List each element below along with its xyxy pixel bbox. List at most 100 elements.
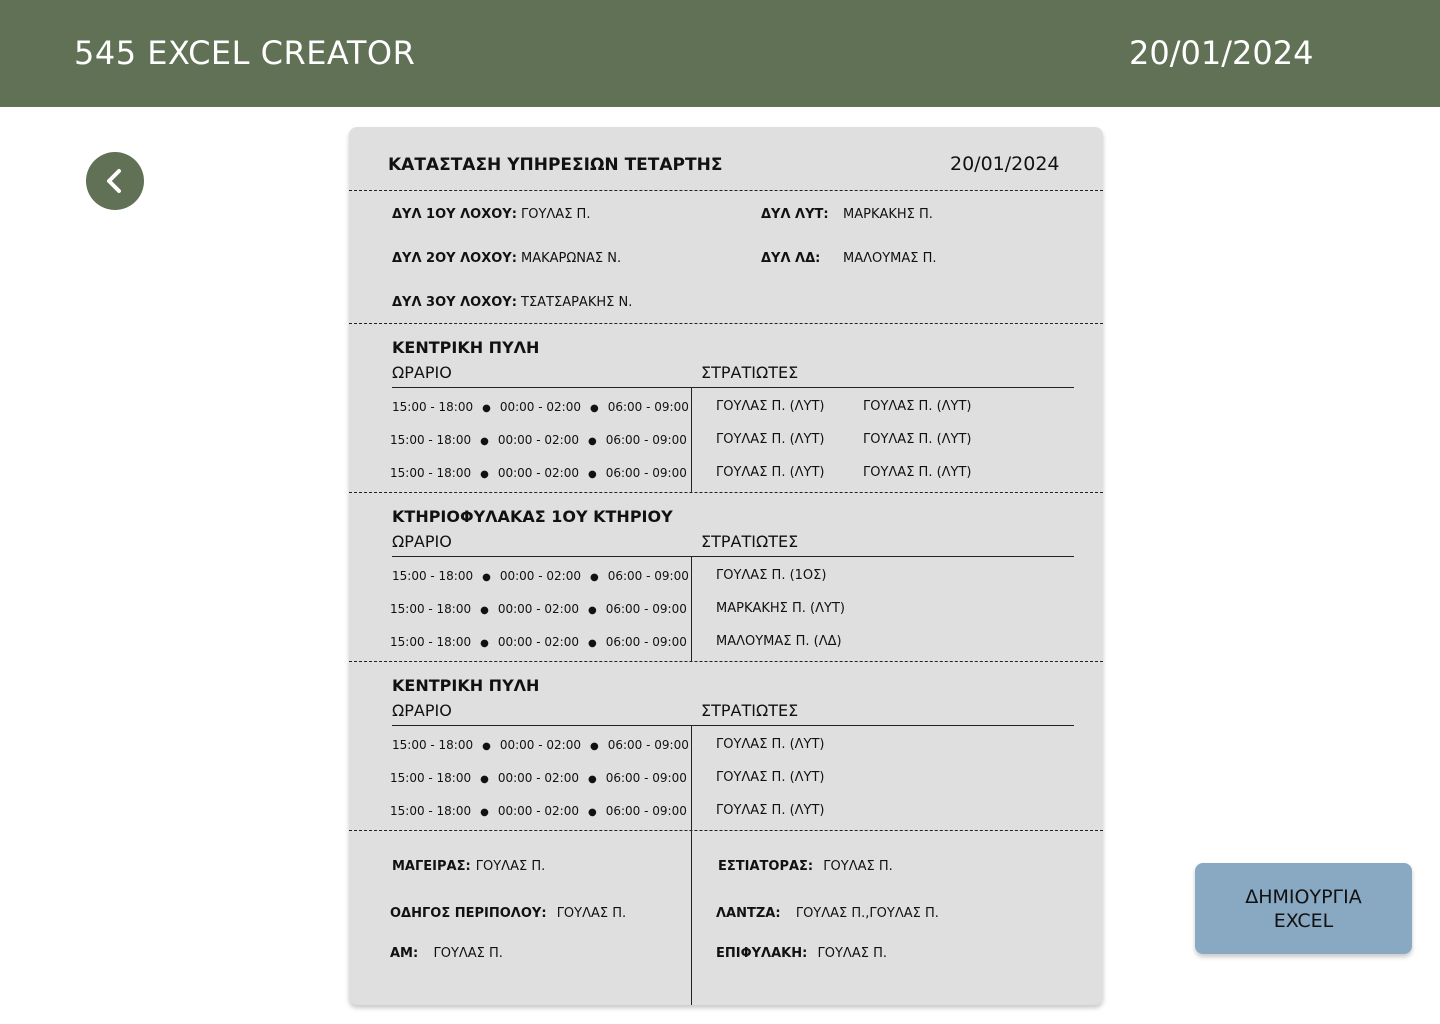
time-slot: 15:00 - 18:00 <box>392 569 474 583</box>
bullet: ● <box>589 741 599 752</box>
soldier-name: ΓΟΥΛΑΣ Π. (ΛΥΤ) <box>863 399 972 414</box>
time-slot: 00:00 - 02:00 <box>497 804 579 818</box>
create-excel-line1: ΔΗΜΙΟΥΡΓΙΑ <box>1245 885 1362 908</box>
section-title: ΚΤΗΡΙΟΦΥΛΑΚΑΣ 1ΟΥ ΚΤΗΡΙΟΥ <box>392 507 673 526</box>
duty-value: ΓΟΥΛΑΣ Π. <box>521 207 591 222</box>
report-date: 20/01/2024 <box>950 153 1060 175</box>
divider <box>349 323 1103 324</box>
app-title: 545 EXCEL CREATOR <box>74 34 416 72</box>
bullet: ● <box>587 774 597 785</box>
bullet: ● <box>482 572 491 583</box>
time-slot: 15:00 - 18:00 <box>390 771 472 785</box>
am-label: ΑΜ: <box>390 946 419 961</box>
create-excel-label: ΔΗΜΙΟΥΡΓΙΑ EXCEL <box>1245 885 1362 933</box>
schedule-header: ΩΡΑΡΙΟ <box>392 363 452 382</box>
time-slot: 00:00 - 02:00 <box>499 569 581 583</box>
soldiers-header: ΣΤΡΑΤΙΩΤΕΣ <box>701 363 799 382</box>
waiter-label: ΕΣΤΙΑΤΟΡΑΣ: <box>718 859 814 874</box>
soldier-name: ΓΟΥΛΑΣ Π. (1ΟΣ) <box>716 568 827 583</box>
duty-label: ΔΥΛ 1ΟΥ ΛΟΧΟΥ: <box>392 207 517 222</box>
duty-label: ΔΥΛ 3ΟΥ ΛΟΧΟΥ: <box>392 295 517 310</box>
time-slot: 06:00 - 09:00 <box>605 804 687 818</box>
schedule-row: 15:00 - 18:00 ● 00:00 - 02:00 ● 06:00 - 09:0… <box>390 804 687 818</box>
duty-label: ΔΥΛ ΛΔ: <box>761 251 821 266</box>
header-date: 20/01/2024 <box>1129 34 1314 72</box>
lantza-value: ΓΟΥΛΑΣ Π.,ΓΟΥΛΑΣ Π. <box>795 906 939 921</box>
column-divider <box>691 387 692 492</box>
standby-guard-value: ΓΟΥΛΑΣ Π. <box>817 946 887 961</box>
soldier-name: ΜΑΡΚΑΚΗΣ Π. (ΛΥΤ) <box>716 601 845 616</box>
section-title: ΚΕΝΤΡΙΚΗ ΠΥΛΗ <box>392 676 540 695</box>
cook-assignment: ΜΑΓΕΙΡΑΣ: ΓΟΥΛΑΣ Π. <box>392 855 545 874</box>
time-slot: 06:00 - 09:00 <box>607 569 689 583</box>
soldier-name: ΓΟΥΛΑΣ Π. (ΛΥΤ) <box>716 737 825 752</box>
divider <box>349 190 1103 191</box>
soldier-name: ΜΑΛΟΥΜΑΣ Π. (ΛΔ) <box>716 634 842 649</box>
time-slot: 00:00 - 02:00 <box>497 466 579 480</box>
app-header: 545 EXCEL CREATOR 20/01/2024 <box>0 0 1440 107</box>
table-rule <box>392 556 1074 557</box>
time-slot: 06:00 - 09:00 <box>605 466 687 480</box>
back-button[interactable] <box>86 152 144 210</box>
duty-value: ΜΑΛΟΥΜΑΣ Π. <box>843 251 937 266</box>
time-slot: 00:00 - 02:00 <box>497 602 579 616</box>
patrol-driver-value: ΓΟΥΛΑΣ Π. <box>556 906 627 921</box>
duty-label: ΔΥΛ 2ΟΥ ΛΟΧΟΥ: <box>392 251 517 266</box>
bullet: ● <box>589 572 599 583</box>
time-slot: 15:00 - 18:00 <box>390 433 472 447</box>
cook-label: ΜΑΓΕΙΡΑΣ: <box>392 859 471 874</box>
time-slot: 06:00 - 09:00 <box>605 602 687 616</box>
bullet: ● <box>480 807 489 818</box>
patrol-driver-assignment: ΟΔΗΓΟΣ ΠΕΡΙΠΟΛΟΥ: ΓΟΥΛΑΣ Π. <box>390 902 626 921</box>
soldiers-header: ΣΤΡΑΤΙΩΤΕΣ <box>701 701 799 720</box>
standby-guard-label: ΕΠΙΦΥΛΑΚΗ: <box>716 946 808 961</box>
lantza-assignment: ΛΑΝΤΖΑ: ΓΟΥΛΑΣ Π.,ΓΟΥΛΑΣ Π. <box>716 902 939 921</box>
soldier-name: ΓΟΥΛΑΣ Π. (ΛΥΤ) <box>716 770 825 785</box>
time-slot: 00:00 - 02:00 <box>499 400 581 414</box>
schedule-row: 15:00 - 18:00 ● 00:00 - 02:00 ● 06:00 - 09:0… <box>392 738 689 752</box>
divider <box>349 830 1103 831</box>
create-excel-button[interactable]: ΔΗΜΙΟΥΡΓΙΑ EXCEL <box>1195 863 1412 954</box>
time-slot: 00:00 - 02:00 <box>497 771 579 785</box>
cook-value: ΓΟΥΛΑΣ Π. <box>475 859 546 874</box>
soldier-name: ΓΟΥΛΑΣ Π. (ΛΥΤ) <box>716 465 825 480</box>
soldiers-header: ΣΤΡΑΤΙΩΤΕΣ <box>701 532 799 551</box>
divider <box>349 492 1103 493</box>
schedule-row: 15:00 - 18:00 ● 00:00 - 02:00 ● 06:00 - 09:0… <box>392 569 689 583</box>
bullet: ● <box>480 469 489 480</box>
table-rule <box>392 387 1074 388</box>
duty-label: ΔΥΛ ΛΥΤ: <box>761 207 829 222</box>
soldier-name: ΓΟΥΛΑΣ Π. (ΛΥΤ) <box>716 399 825 414</box>
time-slot: 06:00 - 09:00 <box>607 738 689 752</box>
schedule-row: 15:00 - 18:00 ● 00:00 - 02:00 ● 06:00 - 09:0… <box>390 466 687 480</box>
bullet: ● <box>589 403 599 414</box>
schedule-row: 15:00 - 18:00 ● 00:00 - 02:00 ● 06:00 - 09:0… <box>390 771 687 785</box>
time-slot: 15:00 - 18:00 <box>392 400 474 414</box>
bullet: ● <box>480 605 489 616</box>
duty-value: ΜΑΡΚΑΚΗΣ Π. <box>843 207 933 222</box>
report-title: ΚΑΤΑΣΤΑΣΗ ΥΠΗΡΕΣΙΩΝ ΤΕΤΑΡΤΗΣ <box>388 155 723 175</box>
duty-report-card: ΚΑΤΑΣΤΑΣΗ ΥΠΗΡΕΣΙΩΝ ΤΕΤΑΡΤΗΣ 20/01/2024 … <box>349 127 1103 1005</box>
column-divider <box>691 725 692 1005</box>
waiter-assignment: ΕΣΤΙΑΤΟΡΑΣ: ΓΟΥΛΑΣ Π. <box>718 855 893 874</box>
time-slot: 06:00 - 09:00 <box>607 400 689 414</box>
bullet: ● <box>482 741 491 752</box>
time-slot: 06:00 - 09:00 <box>605 635 687 649</box>
create-excel-line2: EXCEL <box>1273 909 1334 932</box>
bullet: ● <box>587 469 597 480</box>
am-value: ΓΟΥΛΑΣ Π. <box>433 946 503 961</box>
time-slot: 15:00 - 18:00 <box>390 602 472 616</box>
bullet: ● <box>587 605 597 616</box>
bullet: ● <box>587 807 597 818</box>
soldier-name: ΓΟΥΛΑΣ Π. (ΛΥΤ) <box>716 803 825 818</box>
bullet: ● <box>480 774 489 785</box>
patrol-driver-label: ΟΔΗΓΟΣ ΠΕΡΙΠΟΛΟΥ: <box>390 906 547 921</box>
bullet: ● <box>587 638 597 649</box>
soldier-name: ΓΟΥΛΑΣ Π. (ΛΥΤ) <box>863 465 972 480</box>
time-slot: 15:00 - 18:00 <box>390 635 472 649</box>
bullet: ● <box>480 638 489 649</box>
duty-value: ΤΣΑΤΣΑΡΑΚΗΣ Ν. <box>521 295 633 310</box>
bullet: ● <box>482 403 491 414</box>
bullet: ● <box>587 436 597 447</box>
schedule-row: 15:00 - 18:00 ● 00:00 - 02:00 ● 06:00 - 09:0… <box>390 635 687 649</box>
